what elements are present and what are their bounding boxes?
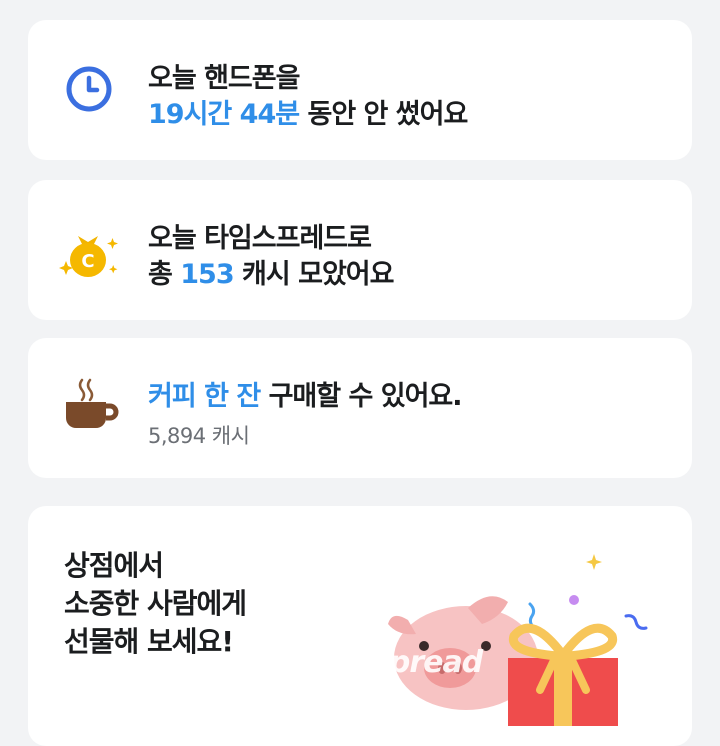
coffee-highlight: 커피 한 잔 bbox=[148, 381, 261, 412]
promo-line-1: 상점에서 bbox=[64, 549, 164, 582]
cash-earned-intro: 오늘 타임스프레드로 bbox=[148, 223, 372, 254]
clock-icon bbox=[64, 64, 114, 118]
coffee-equivalent-card: 커피 한 잔 구매할 수 있어요. 5,894 캐시 bbox=[28, 338, 692, 478]
shop-promo-card[interactable]: 상점에서 소중한 사람에게 선물해 보세요! bbox=[28, 506, 692, 746]
screen-time-duration: 19시간 44분 bbox=[148, 99, 300, 130]
cash-balance: 5,894 캐시 bbox=[148, 424, 250, 448]
watermark: spread bbox=[372, 645, 483, 680]
screen-time-card: 오늘 핸드폰을 19시간 44분 동안 안 썼어요 bbox=[28, 20, 692, 160]
svg-text:C: C bbox=[81, 251, 94, 272]
cash-earned-amount: 153 bbox=[180, 259, 234, 290]
coin-bag-icon: C bbox=[56, 222, 120, 286]
promo-line-3: 선물해 보세요! bbox=[64, 625, 234, 658]
pig-with-gift-illustration bbox=[368, 546, 668, 730]
screen-time-summary: 19시간 44분 동안 안 썼어요 bbox=[148, 99, 468, 130]
coffee-cup-icon bbox=[60, 374, 120, 438]
promo-line-2: 소중한 사람에게 bbox=[64, 587, 247, 620]
cash-earned-summary: 총 153 캐시 모았어요 bbox=[148, 259, 394, 290]
screen-time-intro: 오늘 핸드폰을 bbox=[148, 63, 300, 94]
cash-earned-card: C 오늘 타임스프레드로 총 153 캐시 모았어요 bbox=[28, 180, 692, 320]
coffee-equivalent-text: 커피 한 잔 구매할 수 있어요. bbox=[148, 381, 463, 412]
